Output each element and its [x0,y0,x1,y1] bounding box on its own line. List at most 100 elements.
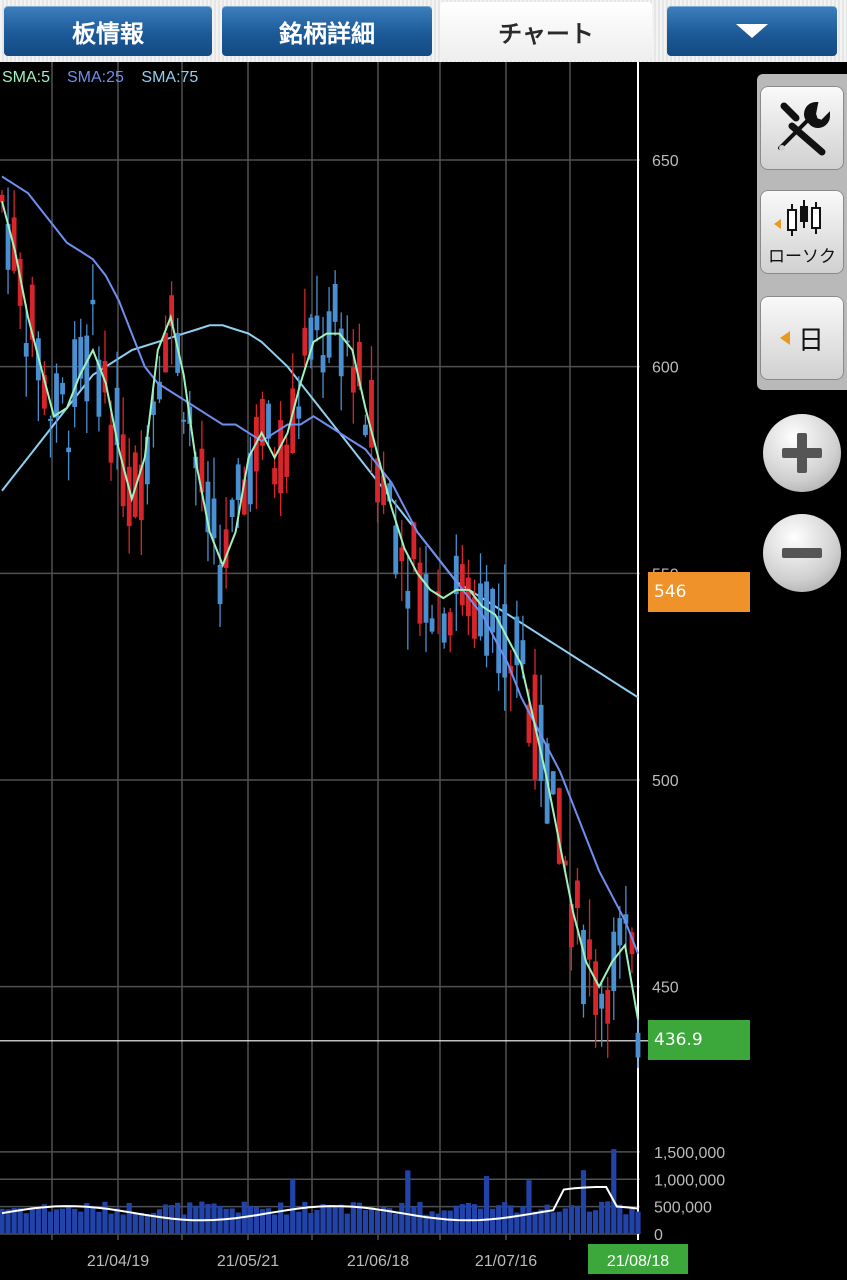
volume-bar [156,1209,163,1234]
volume-bar [253,1206,259,1234]
candle-body [405,590,411,609]
candle-body [296,406,302,419]
candle-body [284,444,290,477]
candle-body [266,403,271,439]
tab-stock-details[interactable]: 銘柄詳細 [222,6,432,56]
candle-body [229,499,235,517]
volume-bar [78,1211,84,1234]
candle-body [587,939,592,960]
candle-body [593,961,598,1015]
volume-bar [90,1206,96,1234]
volume-bar [617,1204,623,1234]
caret-left-icon [779,331,790,345]
volume-bar [586,1211,593,1234]
candle-body [60,382,65,395]
candle-body [66,447,72,453]
zoom-in-button[interactable] [763,414,841,492]
candle-body [23,343,29,357]
volume-bar [205,1204,211,1234]
sma-5-line [1,201,639,1020]
volume-bar [417,1201,423,1234]
chart-type-label: ローソク [768,246,836,267]
volume-bar [550,1212,556,1234]
volume-bar [435,1213,441,1234]
chevron-down-icon [736,24,768,38]
candle-body [72,339,78,407]
candle-body [302,327,308,356]
candle-body [617,918,623,946]
volume-bar [332,1207,338,1234]
volume-tick-label: 0 [654,1227,663,1244]
date-tick-label: 21/07/16 [475,1253,537,1270]
volume-bar [296,1211,302,1234]
price-tick-label: 500 [652,773,679,790]
price-tick-label: 600 [652,360,679,377]
price-tick-label: 450 [652,980,679,997]
candle-body [393,525,399,575]
candle-body [217,564,223,605]
volume-bar [108,1213,114,1234]
volume-bar [35,1208,41,1234]
candle-body [550,771,556,795]
tab-menu-dropdown[interactable] [667,6,837,56]
candlestick-icon [774,199,821,236]
volume-bar [29,1207,35,1234]
volume-bar [284,1214,290,1234]
candle-body [0,194,5,203]
volume-bar [120,1214,126,1234]
tab-order-book[interactable]: 板情報 [4,6,212,56]
candle-body [581,929,586,1005]
candle-body [84,335,90,402]
volume-bar [23,1213,29,1234]
candle-body [235,464,241,501]
volume-bar [114,1208,120,1234]
volume-bar [362,1210,369,1234]
volume-bar [635,1211,641,1234]
volume-bar [629,1208,635,1234]
volume-bar [459,1204,465,1234]
volume-bar [447,1210,453,1234]
volume-bar [132,1213,138,1234]
volume-bar [47,1211,54,1234]
volume-bar [483,1176,490,1234]
date-tick-label: 21/04/19 [87,1253,149,1270]
tab-bar: 板情報 銘柄詳細 チャート [0,0,847,62]
volume-bar [605,1201,611,1234]
volume-bar [235,1212,241,1234]
volume-bar [611,1149,617,1234]
zoom-out-button[interactable] [763,514,841,592]
volume-bar [314,1210,320,1234]
volume-bar [526,1180,532,1234]
tab-chart[interactable]: チャート [440,2,652,60]
volume-bar [59,1208,66,1234]
volume-bar [181,1214,187,1234]
settings-button[interactable] [760,86,844,170]
period-button[interactable]: 日 [760,296,844,380]
legend: SMA:5 SMA:25 SMA:75 [2,69,198,86]
candle-body [90,299,96,305]
candle-body [363,424,368,436]
candle-body [605,989,611,1024]
volume-bar [574,1205,581,1234]
date-tick-label: 21/05/21 [217,1253,279,1270]
candle-body [48,418,53,421]
volume-bar [308,1213,314,1234]
volume-bar [411,1206,417,1234]
chart-type-button[interactable]: ローソク [760,190,844,274]
candle-body [635,1032,641,1058]
sma-line [1,201,639,1020]
candle-body [599,993,605,1009]
volume-bar [53,1209,60,1234]
candle-body [502,604,508,678]
candle-body [181,419,187,422]
volume-bar [144,1213,150,1234]
candle-body [575,880,580,909]
volume-tick-label: 1,000,000 [654,1172,725,1189]
volume-bar [393,1213,399,1234]
candle-body [332,283,338,322]
volume-bar [187,1202,193,1234]
price-chart[interactable]: 6506005505004501,500,0001,000,000500,000… [0,62,847,1280]
volume-tick-label: 1,500,000 [654,1145,725,1162]
current-price-tag: 436.9 [648,1020,750,1060]
volume-bar [368,1207,375,1234]
